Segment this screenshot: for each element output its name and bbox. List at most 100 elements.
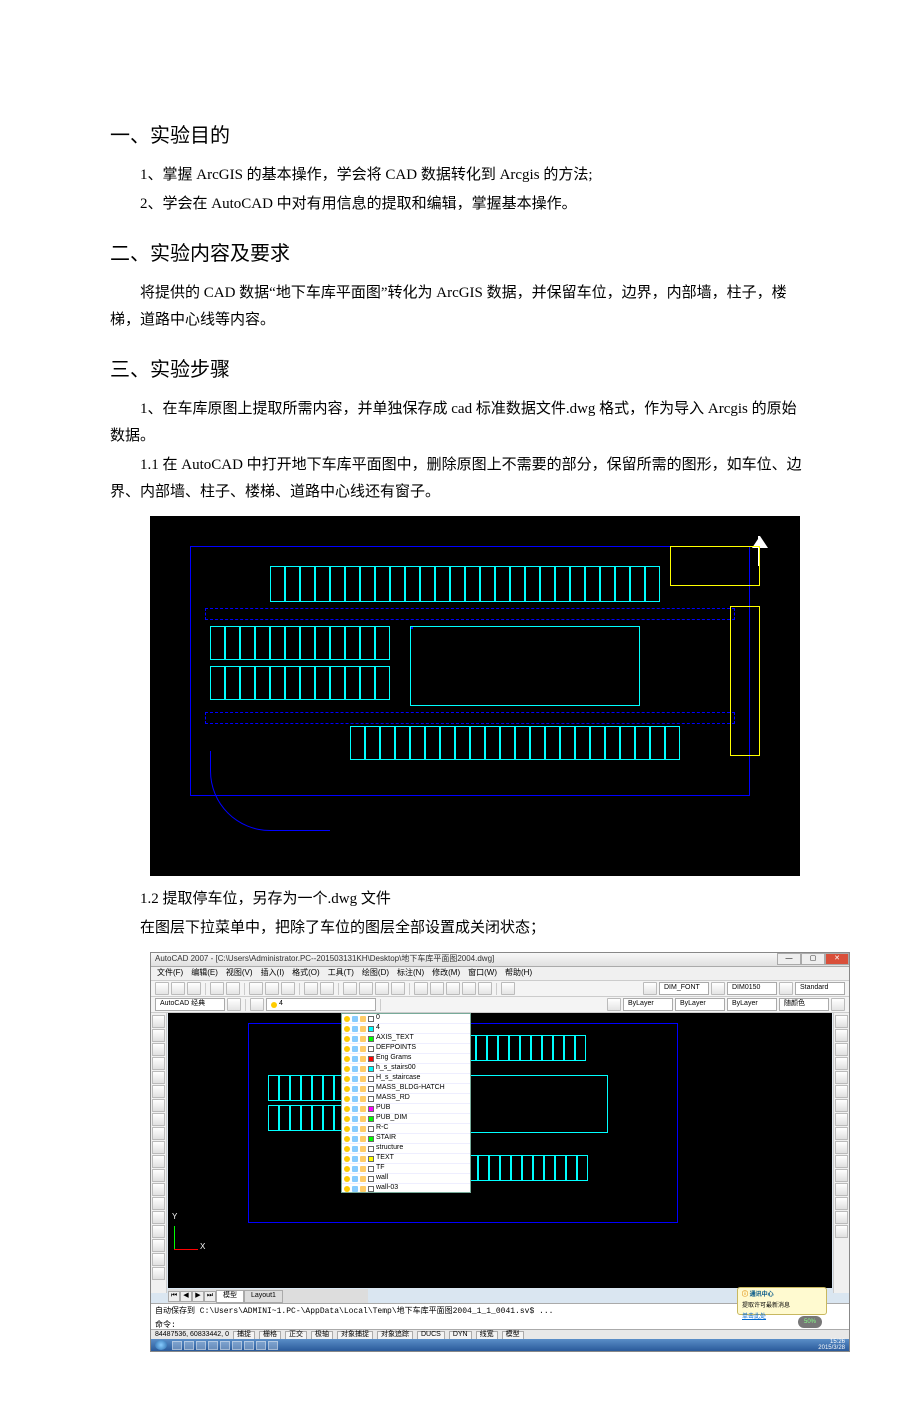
freeze-icon[interactable] bbox=[352, 1096, 358, 1102]
chamfer-icon[interactable] bbox=[835, 1197, 848, 1210]
bulb-icon[interactable] bbox=[344, 1026, 350, 1032]
layer-item[interactable]: STAIR bbox=[342, 1134, 470, 1144]
properties-icon[interactable] bbox=[414, 982, 428, 995]
lock-icon[interactable] bbox=[360, 1186, 366, 1192]
explode-icon[interactable] bbox=[835, 1225, 848, 1238]
copy-icon[interactable] bbox=[265, 982, 279, 995]
layer-dropdown-list[interactable]: 04AXIS_TEXTDEFPOINTSEng Gramsh_s_stairs0… bbox=[341, 1013, 471, 1193]
menu-view[interactable]: 视图(V) bbox=[226, 966, 253, 980]
lock-icon[interactable] bbox=[360, 1066, 366, 1072]
bulb-icon[interactable] bbox=[344, 1066, 350, 1072]
workspace-settings-icon[interactable] bbox=[227, 998, 241, 1011]
revcloud-icon[interactable] bbox=[152, 1113, 165, 1126]
freeze-icon[interactable] bbox=[352, 1106, 358, 1112]
layer-item[interactable]: TEXT bbox=[342, 1154, 470, 1164]
calc-icon[interactable] bbox=[478, 982, 492, 995]
maximize-button[interactable]: ▢ bbox=[801, 953, 825, 965]
lock-icon[interactable] bbox=[360, 1126, 366, 1132]
print-icon[interactable] bbox=[210, 982, 224, 995]
scale-icon[interactable] bbox=[835, 1113, 848, 1126]
freeze-icon[interactable] bbox=[352, 1036, 358, 1042]
notification-balloon[interactable]: ⓘ 通讯中心 提取许可最新消息 单击此处 50% bbox=[737, 1287, 827, 1315]
zoom-prev-icon[interactable] bbox=[391, 982, 405, 995]
textstyle-icon[interactable] bbox=[643, 982, 657, 995]
freeze-icon[interactable] bbox=[352, 1056, 358, 1062]
region-icon[interactable] bbox=[152, 1239, 165, 1252]
bulb-icon[interactable] bbox=[344, 1016, 350, 1022]
lock-icon[interactable] bbox=[360, 1176, 366, 1182]
freeze-icon[interactable] bbox=[352, 1166, 358, 1172]
lock-icon[interactable] bbox=[360, 1026, 366, 1032]
text-style-combo[interactable]: DIM_FONT bbox=[659, 982, 709, 995]
freeze-icon[interactable] bbox=[352, 1066, 358, 1072]
tab-model[interactable]: 模型 bbox=[216, 1290, 244, 1303]
menu-file[interactable]: 文件(F) bbox=[157, 966, 183, 980]
layer-item[interactable]: MASS_RD bbox=[342, 1094, 470, 1104]
arc-icon[interactable] bbox=[152, 1085, 165, 1098]
layer-manager-icon[interactable] bbox=[250, 998, 264, 1011]
gradient-icon[interactable] bbox=[152, 1225, 165, 1238]
layer-dropdown-combo[interactable]: 4 bbox=[266, 998, 376, 1011]
table-icon[interactable] bbox=[152, 1253, 165, 1266]
task-word-icon[interactable] bbox=[244, 1341, 254, 1350]
dimstyle-icon[interactable] bbox=[711, 982, 725, 995]
layer-item[interactable]: wall-03 bbox=[342, 1184, 470, 1193]
join-icon[interactable] bbox=[835, 1183, 848, 1196]
lock-icon[interactable] bbox=[360, 1156, 366, 1162]
xline-icon[interactable] bbox=[152, 1029, 165, 1042]
task-folder-icon[interactable] bbox=[196, 1341, 206, 1350]
menu-draw[interactable]: 绘图(D) bbox=[362, 966, 389, 980]
trim-icon[interactable] bbox=[835, 1141, 848, 1154]
bulb-icon[interactable] bbox=[344, 1046, 350, 1052]
freeze-icon[interactable] bbox=[352, 1146, 358, 1152]
bulb-icon[interactable] bbox=[344, 1056, 350, 1062]
lock-icon[interactable] bbox=[360, 1136, 366, 1142]
tab-layout1[interactable]: Layout1 bbox=[244, 1290, 283, 1303]
lock-icon[interactable] bbox=[360, 1096, 366, 1102]
workspace-combo[interactable]: AutoCAD 经典 bbox=[155, 998, 225, 1011]
pan-icon[interactable] bbox=[343, 982, 357, 995]
layer-item[interactable]: R-C bbox=[342, 1124, 470, 1134]
color-icon[interactable] bbox=[607, 998, 621, 1011]
layer-item[interactable]: wall bbox=[342, 1174, 470, 1184]
task-app4-icon[interactable] bbox=[268, 1341, 278, 1350]
freeze-icon[interactable] bbox=[352, 1186, 358, 1192]
extend-icon[interactable] bbox=[835, 1155, 848, 1168]
menu-modify[interactable]: 修改(M) bbox=[432, 966, 460, 980]
freeze-icon[interactable] bbox=[352, 1026, 358, 1032]
task-autocad-icon[interactable] bbox=[256, 1341, 266, 1350]
freeze-icon[interactable] bbox=[352, 1136, 358, 1142]
bulb-icon[interactable] bbox=[344, 1096, 350, 1102]
table-style-combo[interactable]: Standard bbox=[795, 982, 845, 995]
open-icon[interactable] bbox=[171, 982, 185, 995]
lock-icon[interactable] bbox=[360, 1056, 366, 1062]
bulb-icon[interactable] bbox=[344, 1146, 350, 1152]
bulb-icon[interactable] bbox=[344, 1176, 350, 1182]
preview-icon[interactable] bbox=[226, 982, 240, 995]
bulb-icon[interactable] bbox=[344, 1136, 350, 1142]
freeze-icon[interactable] bbox=[352, 1126, 358, 1132]
ellipse-icon[interactable] bbox=[152, 1141, 165, 1154]
copy2-icon[interactable] bbox=[835, 1029, 848, 1042]
tab-nav-next[interactable]: ▶ bbox=[192, 1291, 204, 1302]
layer-item[interactable]: 0 bbox=[342, 1014, 470, 1024]
tablestyle-icon[interactable] bbox=[779, 982, 793, 995]
rotate-icon[interactable] bbox=[835, 1099, 848, 1112]
plotstyle-icon[interactable] bbox=[831, 998, 845, 1011]
zoom-icon[interactable] bbox=[359, 982, 373, 995]
bulb-icon[interactable] bbox=[344, 1186, 350, 1192]
hatch-icon[interactable] bbox=[152, 1211, 165, 1224]
task-app3-icon[interactable] bbox=[232, 1341, 242, 1350]
help-icon[interactable] bbox=[501, 982, 515, 995]
menu-format[interactable]: 格式(O) bbox=[292, 966, 320, 980]
freeze-icon[interactable] bbox=[352, 1086, 358, 1092]
line-icon[interactable] bbox=[152, 1015, 165, 1028]
linetype-combo[interactable]: ByLayer bbox=[675, 998, 725, 1011]
save-icon[interactable] bbox=[187, 982, 201, 995]
drawing-canvas[interactable]: Y X bbox=[168, 1013, 832, 1288]
menu-insert[interactable]: 插入(I) bbox=[261, 966, 285, 980]
bulb-icon[interactable] bbox=[344, 1126, 350, 1132]
lock-icon[interactable] bbox=[360, 1116, 366, 1122]
task-ie-icon[interactable] bbox=[184, 1341, 194, 1350]
layer-item[interactable]: PUB_DIM bbox=[342, 1114, 470, 1124]
